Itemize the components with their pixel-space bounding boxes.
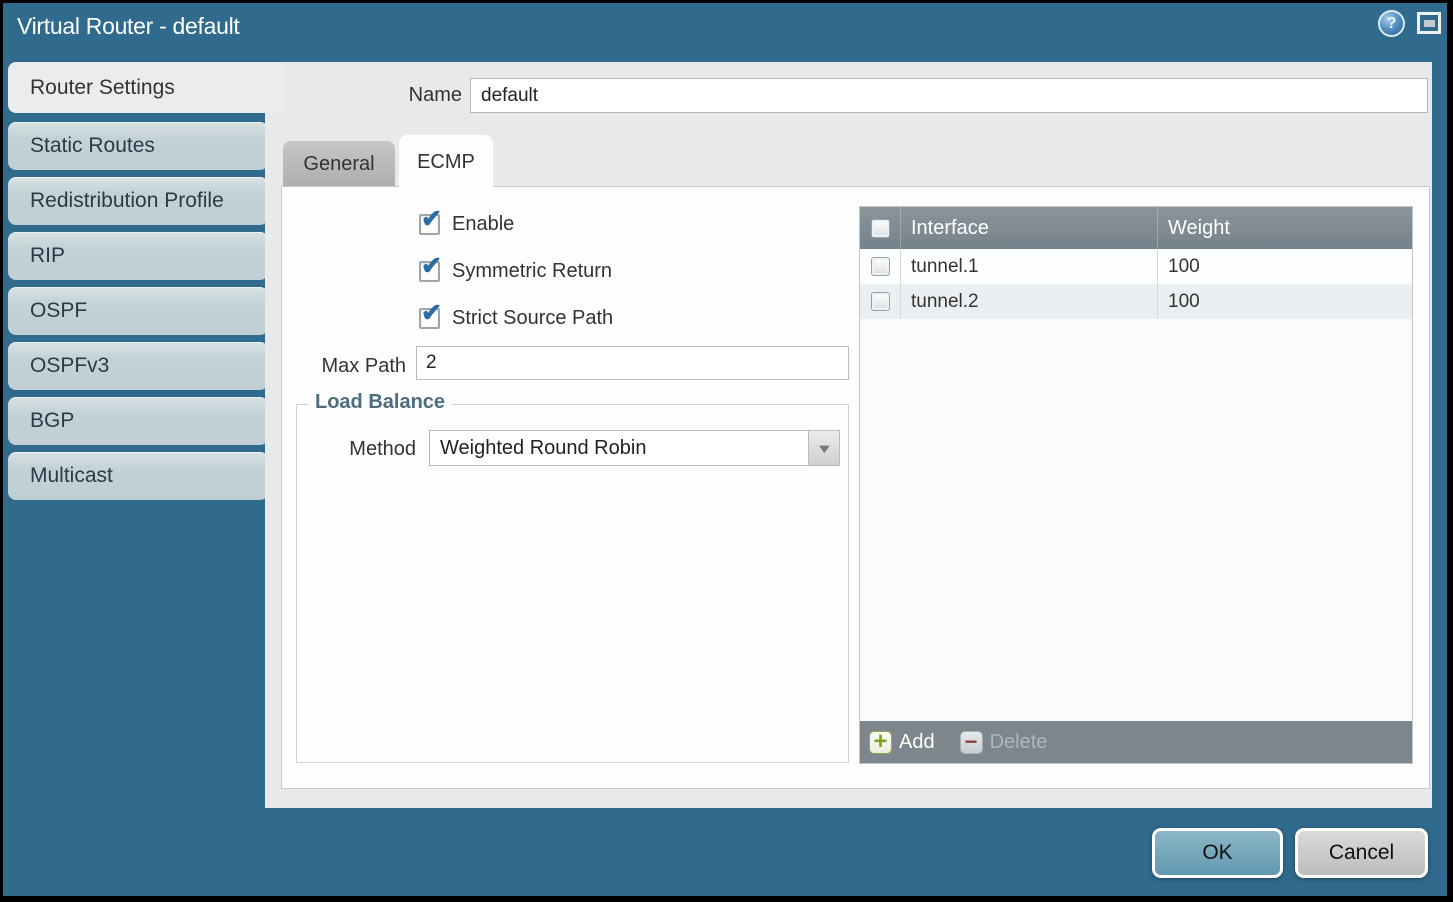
delete-button[interactable]: − Delete xyxy=(960,731,1048,754)
help-icon-glyph: ? xyxy=(1387,15,1397,33)
sidebar-item-multicast[interactable]: Multicast xyxy=(8,452,268,500)
column-header-interface: Interface xyxy=(900,207,1157,249)
row-checkbox[interactable] xyxy=(871,292,890,311)
sidebar-item-ospf[interactable]: OSPF xyxy=(8,287,268,335)
add-button-label: Add xyxy=(899,731,935,754)
cell-interface: tunnel.2 xyxy=(900,284,1157,319)
ok-button[interactable]: OK xyxy=(1152,828,1283,878)
check-icon: ✔ xyxy=(421,254,442,279)
row-checkbox-cell xyxy=(860,284,900,319)
add-button[interactable]: + Add xyxy=(869,731,953,754)
name-input[interactable] xyxy=(470,78,1428,113)
sidebar-item-ospfv3[interactable]: OSPFv3 xyxy=(8,342,268,390)
max-path-label: Max Path xyxy=(282,355,406,378)
table-empty-area xyxy=(860,319,1412,721)
name-label: Name xyxy=(350,84,462,107)
check-icon: ✔ xyxy=(421,301,442,326)
table-row[interactable]: tunnel.1 100 xyxy=(860,249,1412,284)
dialog-title: Virtual Router - default xyxy=(17,13,240,40)
table-row[interactable]: tunnel.2 100 xyxy=(860,284,1412,319)
interface-table: Interface Weight tunnel.1 100 tunnel.2 1… xyxy=(859,206,1413,764)
strict-source-path-label: Strict Source Path xyxy=(452,307,613,330)
sidebar-item-redistribution-profile[interactable]: Redistribution Profile xyxy=(8,177,268,225)
window-icon-inner xyxy=(1424,20,1435,27)
max-path-input[interactable] xyxy=(416,346,849,380)
delete-button-label: Delete xyxy=(990,731,1048,754)
help-icon[interactable]: ? xyxy=(1378,10,1405,37)
table-header-row: Interface Weight xyxy=(860,207,1412,249)
add-plus-icon: + xyxy=(869,731,892,754)
cancel-button[interactable]: Cancel xyxy=(1295,828,1428,878)
enable-row: ✔ Enable xyxy=(419,211,514,237)
strict-source-path-row: ✔ Strict Source Path xyxy=(419,305,613,331)
check-icon: ✔ xyxy=(421,207,442,232)
symmetric-return-checkbox[interactable]: ✔ xyxy=(419,261,440,282)
sidebar-item-rip[interactable]: RIP xyxy=(8,232,268,280)
row-checkbox[interactable] xyxy=(871,257,890,276)
row-checkbox-cell xyxy=(860,249,900,284)
method-label: Method xyxy=(296,438,416,461)
symmetric-return-label: Symmetric Return xyxy=(452,260,612,283)
method-selected-value: Weighted Round Robin xyxy=(430,437,808,460)
sidebar-item-router-settings[interactable]: Router Settings xyxy=(8,62,285,113)
cell-interface: tunnel.1 xyxy=(900,249,1157,284)
cell-weight: 100 xyxy=(1157,284,1412,319)
column-header-weight: Weight xyxy=(1157,207,1412,249)
load-balance-legend: Load Balance xyxy=(308,391,452,414)
select-all-checkbox[interactable] xyxy=(871,219,890,238)
window-icon[interactable] xyxy=(1417,12,1441,34)
cell-weight: 100 xyxy=(1157,249,1412,284)
sidebar-item-bgp[interactable]: BGP xyxy=(8,397,268,445)
enable-checkbox[interactable]: ✔ xyxy=(419,214,440,235)
method-dropdown[interactable]: Weighted Round Robin ▼ xyxy=(429,430,840,466)
strict-source-path-checkbox[interactable]: ✔ xyxy=(419,308,440,329)
tab-general[interactable]: General xyxy=(283,141,395,187)
method-dropdown-button[interactable]: ▼ xyxy=(808,431,839,465)
tab-ecmp[interactable]: ECMP xyxy=(399,135,493,189)
symmetric-return-row: ✔ Symmetric Return xyxy=(419,258,612,284)
chevron-down-icon: ▼ xyxy=(815,441,833,456)
enable-label: Enable xyxy=(452,213,514,236)
header-checkbox-cell xyxy=(860,207,900,249)
sidebar-item-static-routes[interactable]: Static Routes xyxy=(8,122,268,170)
delete-minus-icon: − xyxy=(960,731,983,754)
ecmp-pane: ✔ Enable ✔ Symmetric Return ✔ Strict Sou… xyxy=(281,186,1430,789)
table-footer: + Add − Delete xyxy=(860,721,1412,763)
